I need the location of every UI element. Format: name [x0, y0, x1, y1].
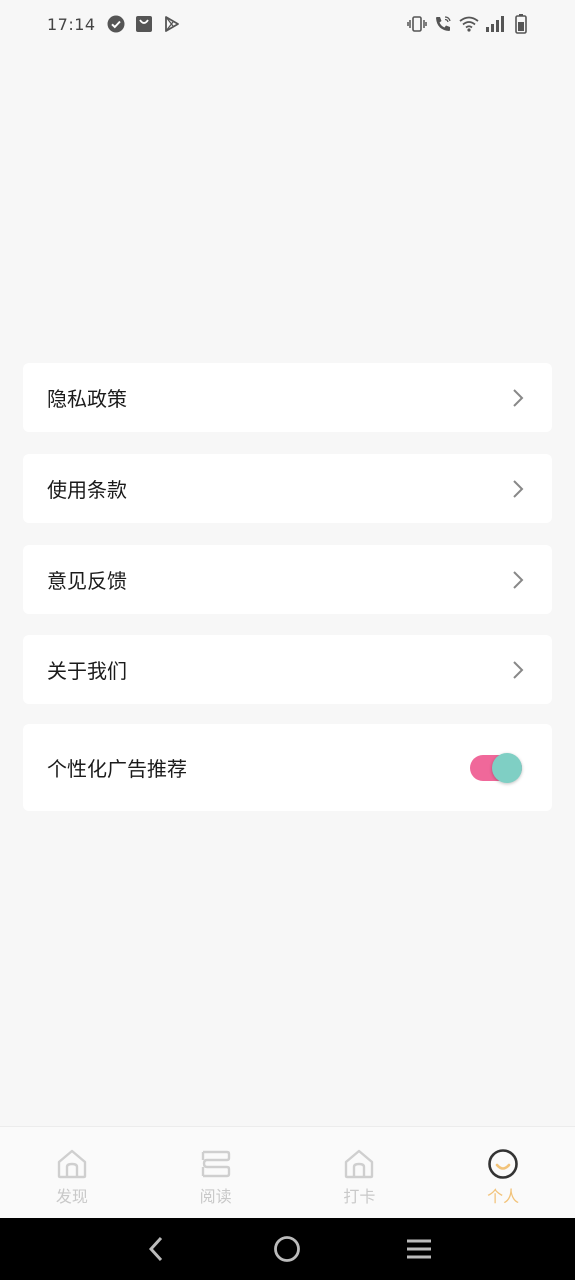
settings-row-privacy-policy[interactable]: 隐私政策	[23, 363, 552, 432]
tab-discover[interactable]: 发现	[0, 1127, 144, 1218]
home-circle-icon[interactable]	[267, 1229, 307, 1269]
status-left: 17:14	[47, 14, 182, 34]
settings-row-terms-of-use[interactable]: 使用条款	[23, 454, 552, 523]
chevron-right-icon	[512, 388, 526, 408]
personalized-ads-toggle[interactable]	[470, 752, 524, 783]
settings-row-label: 使用条款	[47, 478, 127, 502]
play-store-icon	[162, 14, 182, 34]
tab-label: 阅读	[199, 1187, 232, 1206]
wifi-call-icon	[433, 14, 453, 34]
home-icon	[55, 1147, 89, 1181]
tab-checkin[interactable]: 打卡	[288, 1127, 432, 1218]
tab-profile[interactable]: 个人	[431, 1127, 575, 1218]
chevron-right-icon	[512, 660, 526, 680]
tab-label: 打卡	[343, 1187, 376, 1206]
system-nav-bar	[0, 1218, 575, 1280]
settings-row-feedback[interactable]: 意见反馈	[23, 545, 552, 614]
tab-label: 发现	[55, 1187, 88, 1206]
checkin-icon	[342, 1147, 376, 1181]
profile-icon	[486, 1147, 520, 1181]
status-right	[407, 14, 531, 34]
book-icon	[199, 1147, 233, 1181]
status-time: 17:14	[47, 14, 96, 34]
signal-icon	[485, 14, 505, 34]
back-icon[interactable]	[136, 1229, 176, 1269]
menu-icon[interactable]	[399, 1229, 439, 1269]
settings-row-about-us[interactable]: 关于我们	[23, 635, 552, 704]
status-bar: 17:14	[0, 0, 575, 48]
shopping-bag-icon	[134, 14, 154, 34]
wifi-icon	[459, 14, 479, 34]
settings-row-label: 关于我们	[47, 659, 127, 683]
battery-icon	[511, 14, 531, 34]
tab-read[interactable]: 阅读	[144, 1127, 288, 1218]
tab-label: 个人	[487, 1187, 520, 1206]
chevron-right-icon	[512, 570, 526, 590]
toggle-knob	[492, 752, 522, 783]
vibrate-icon	[407, 14, 427, 34]
bottom-tab-bar: 发现 阅读 打卡 个人	[0, 1126, 575, 1218]
settings-row-label: 个性化广告推荐	[47, 757, 187, 781]
chevron-right-icon	[512, 479, 526, 499]
settings-row-label: 意见反馈	[47, 569, 127, 593]
settings-row-label: 隐私政策	[47, 387, 127, 411]
check-circle-icon	[106, 14, 126, 34]
settings-row-personalized-ads: 个性化广告推荐	[23, 724, 552, 811]
